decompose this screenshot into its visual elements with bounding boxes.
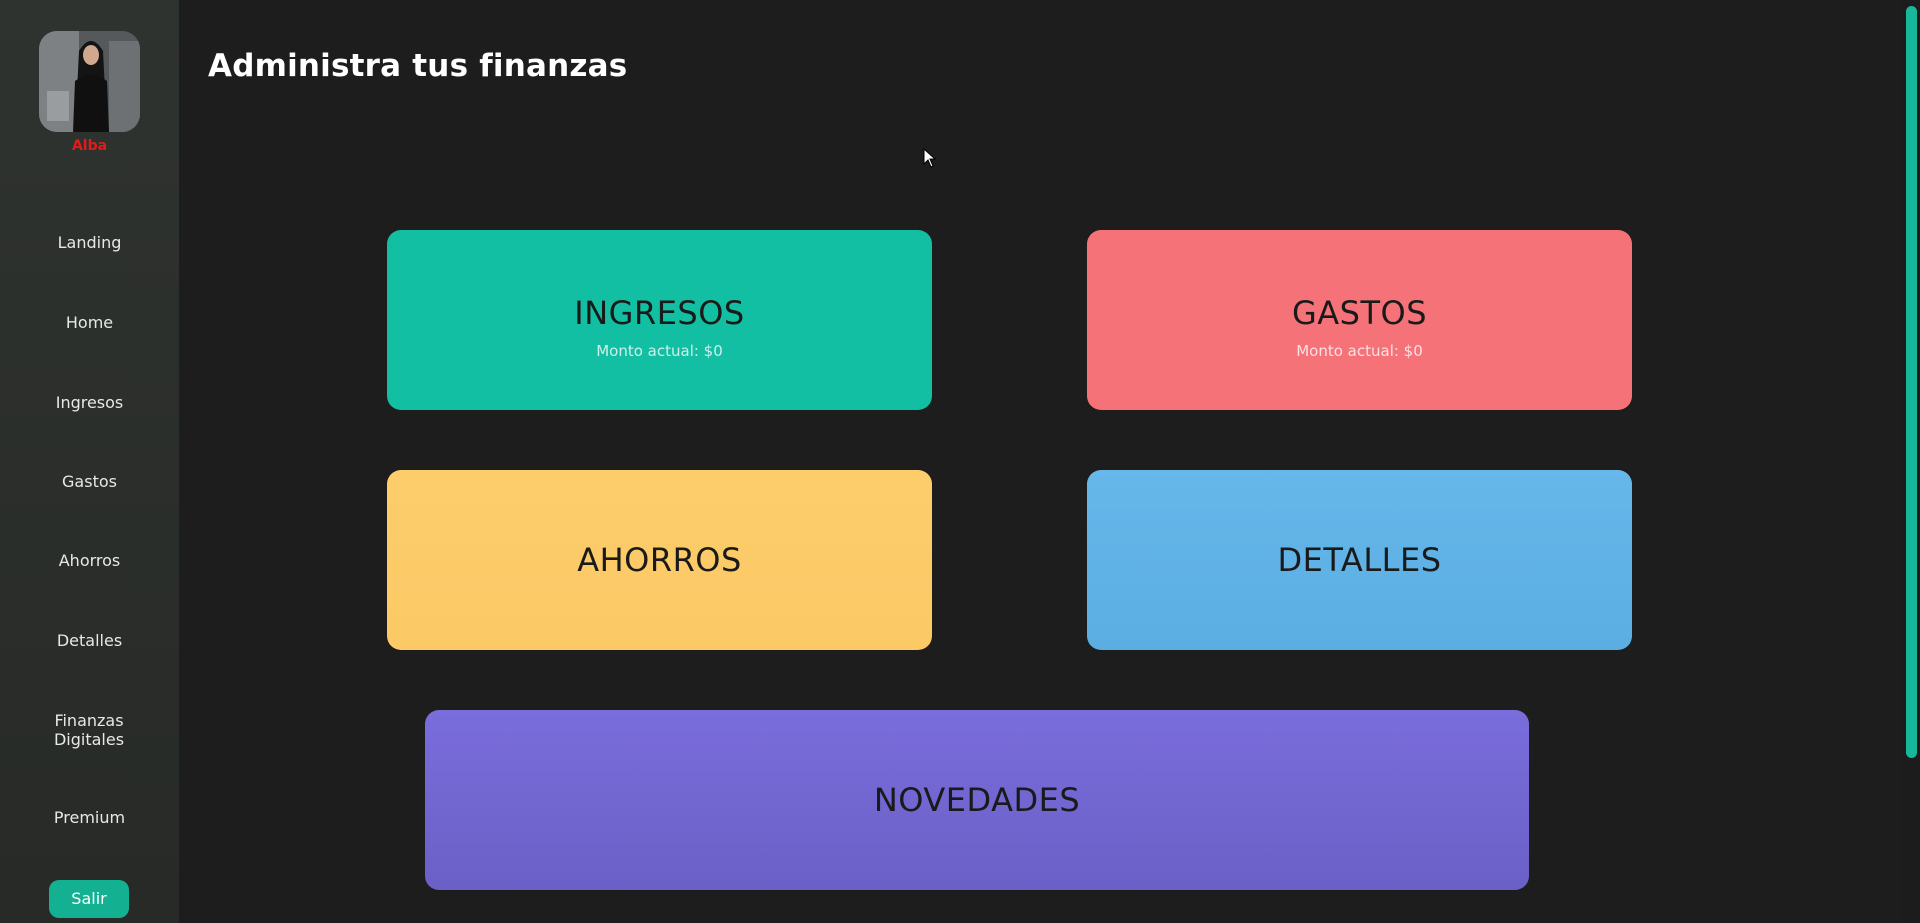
sidebar-item-ingresos[interactable]: Ingresos [0,393,179,412]
profile-photo-icon [39,31,140,132]
card-gastos[interactable]: GASTOS Monto actual: $0 [1087,230,1632,410]
card-ingresos[interactable]: INGRESOS Monto actual: $0 [387,230,932,410]
sidebar-item-premium[interactable]: Premium [0,808,179,827]
page-title: Administra tus finanzas [208,48,628,84]
app-window: Alba Landing Home Ingresos Gastos Ahorro… [0,0,1920,923]
card-novedades[interactable]: NOVEDADES [425,710,1529,890]
scrollbar-track[interactable] [1902,0,1920,923]
avatar[interactable] [39,31,140,132]
sidebar-item-ahorros[interactable]: Ahorros [0,551,179,570]
sidebar: Alba Landing Home Ingresos Gastos Ahorro… [0,0,179,923]
card-ingresos-title: INGRESOS [574,294,745,332]
sidebar-item-detalles[interactable]: Detalles [0,631,179,650]
card-ahorros[interactable]: AHORROS [387,470,932,650]
sidebar-item-finanzas-digitales[interactable]: Finanzas Digitales [29,711,149,749]
sidebar-item-gastos[interactable]: Gastos [0,472,179,491]
card-ahorros-title: AHORROS [577,541,742,579]
card-gastos-title: GASTOS [1291,294,1428,332]
username-label: Alba [71,138,108,154]
card-novedades-title: NOVEDADES [873,781,1081,819]
card-gastos-amount: Monto actual: $0 [1296,342,1423,360]
card-ingresos-amount: Monto actual: $0 [596,342,723,360]
card-detalles[interactable]: DETALLES [1087,470,1632,650]
logout-button[interactable]: Salir [49,880,129,918]
scrollbar-thumb[interactable] [1906,6,1917,758]
sidebar-item-landing[interactable]: Landing [0,233,179,252]
mouse-cursor-icon [923,148,937,168]
card-detalles-title: DETALLES [1277,541,1442,579]
sidebar-item-home[interactable]: Home [0,313,179,332]
